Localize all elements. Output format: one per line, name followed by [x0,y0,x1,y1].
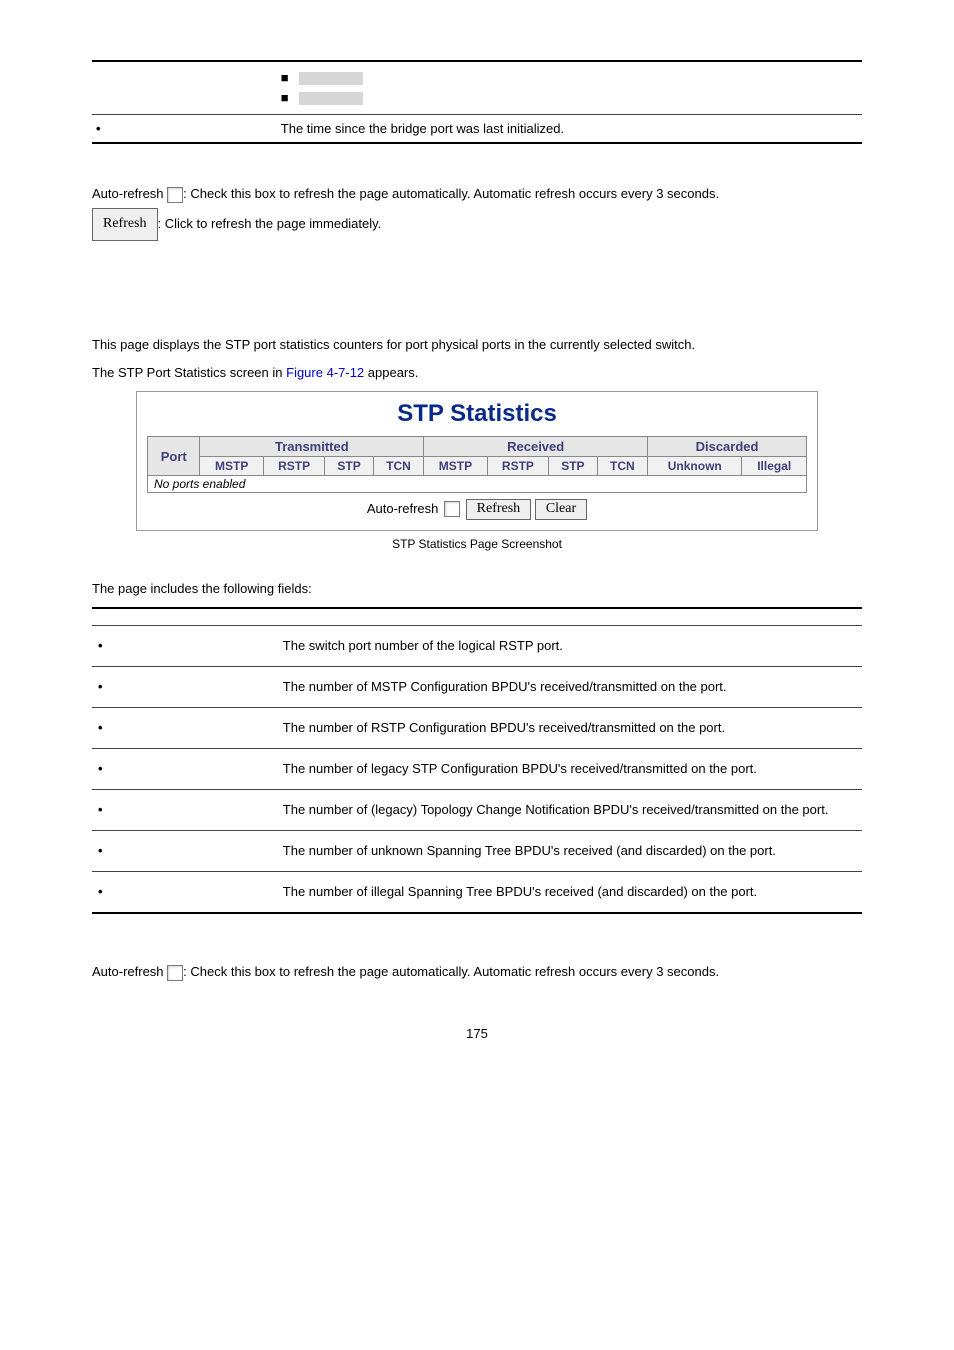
field-label-rstp [92,708,277,748]
list-item [281,88,858,108]
table-row: The number of (legacy) Topology Change N… [92,790,862,830]
field-desc: The switch port number of the logical RS… [277,626,862,666]
checkbox-icon [167,187,183,203]
fields-table: The switch port number of the logical RS… [92,607,862,914]
stp-desc-1: This page displays the STP port statisti… [92,331,862,359]
field-label-port [92,626,277,666]
figure-link[interactable]: Figure 4-7-12 [286,365,364,380]
col-rx-stp: STP [549,457,597,476]
stp-statistics-panel: STP Statistics Port Transmitted Received… [136,391,818,531]
col-port: Port [148,437,200,476]
stp-title: STP Statistics [147,400,807,428]
autorefresh-checkbox[interactable] [444,501,460,517]
table-row: The number of RSTP Configuration BPDU's … [92,708,862,748]
table-row: The number of MSTP Configuration BPDU's … [92,667,862,707]
no-ports-row: No ports enabled [148,476,807,493]
field-desc: The number of (legacy) Topology Change N… [277,790,862,830]
field-desc: The number of RSTP Configuration BPDU's … [277,708,862,748]
field-label-discarded-unknown [92,831,277,871]
field-label-tcn [92,790,277,830]
top-table: The time since the bridge port was last … [92,60,862,144]
col-rx-mstp: MSTP [424,457,487,476]
table-row: The number of legacy STP Configuration B… [92,749,862,789]
col-tx-tcn: TCN [373,457,423,476]
placeholder-bar [299,92,363,105]
col-tx-mstp: MSTP [200,457,263,476]
field-desc: The number of unknown Spanning Tree BPDU… [277,831,862,871]
col-group-received: Received [424,437,648,457]
autorefresh-label: Auto-refresh [367,501,439,516]
col-rx-rstp: RSTP [487,457,548,476]
field-label-discarded-illegal [92,872,277,912]
placeholder-bar [299,72,363,85]
list-item [281,68,858,88]
col-group-transmitted: Transmitted [200,437,424,457]
uptime-desc: The time since the bridge port was last … [277,115,862,142]
page-number: 175 [92,1026,862,1041]
refresh-note: Refresh: Click to refresh the page immed… [92,208,862,241]
autorefresh-note-bottom: Auto-refresh : Check this box to refresh… [92,958,862,986]
checkbox-icon [167,965,183,981]
col-tx-stp: STP [325,457,373,476]
fields-intro: The page includes the following fields: [92,575,862,603]
col-disc-unknown: Unknown [648,457,742,476]
refresh-button[interactable]: Refresh [92,208,158,241]
stp-table: Port Transmitted Received Discarded MSTP… [147,436,807,493]
field-desc: The number of legacy STP Configuration B… [277,749,862,789]
autorefresh-note: Auto-refresh : Check this box to refresh… [92,180,862,208]
col-rx-tcn: TCN [597,457,647,476]
col-disc-illegal: Illegal [742,457,807,476]
uptime-label [92,115,277,142]
col-tx-rstp: RSTP [263,457,324,476]
field-label-mstp [92,667,277,707]
clear-button[interactable]: Clear [535,499,587,520]
field-desc: The number of MSTP Configuration BPDU's … [277,667,862,707]
table-row: The number of unknown Spanning Tree BPDU… [92,831,862,871]
table-row: The switch port number of the logical RS… [92,626,862,666]
stp-desc-2: The STP Port Statistics screen in Figure… [92,359,862,387]
field-label-stp [92,749,277,789]
table-row: The number of illegal Spanning Tree BPDU… [92,872,862,912]
figure-caption: STP Statistics Page Screenshot [92,537,862,551]
field-desc: The number of illegal Spanning Tree BPDU… [277,872,862,912]
col-group-discarded: Discarded [648,437,807,457]
refresh-button[interactable]: Refresh [466,499,532,520]
